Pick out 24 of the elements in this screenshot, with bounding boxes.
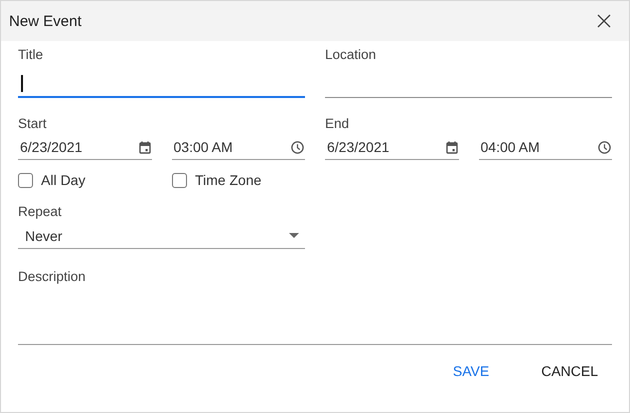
dropdown-arrow-icon	[289, 233, 299, 238]
clock-icon[interactable]	[598, 140, 611, 154]
field-label: Title	[18, 47, 44, 62]
repeat-dropdown[interactable]: Never	[18, 223, 305, 249]
field-label: Repeat	[18, 204, 63, 219]
dialog-title: New Event	[9, 12, 82, 30]
checkbox[interactable]	[18, 172, 33, 188]
checkbox[interactable]	[172, 172, 187, 188]
field-label: End	[325, 116, 350, 131]
field-label: Location	[325, 47, 378, 62]
checkbox-label: All Day	[41, 172, 86, 188]
calendar-icon[interactable]	[138, 140, 150, 154]
field-label: Start	[18, 116, 48, 131]
calendar-icon[interactable]	[446, 140, 458, 154]
cancel-button[interactable]: CANCEL	[527, 357, 612, 385]
time-field[interactable]: 03:00 AM	[172, 135, 305, 160]
close-icon[interactable]	[597, 14, 611, 28]
checkbox-label: Time Zone	[195, 172, 262, 188]
field-label: Description	[18, 269, 87, 284]
date-field[interactable]: 6/23/2021	[325, 135, 458, 160]
save-button[interactable]: SAVE	[438, 357, 504, 385]
time-field[interactable]: 04:00 AM	[478, 135, 612, 160]
date-field[interactable]: 6/23/2021	[18, 135, 152, 160]
clock-icon[interactable]	[291, 140, 304, 154]
